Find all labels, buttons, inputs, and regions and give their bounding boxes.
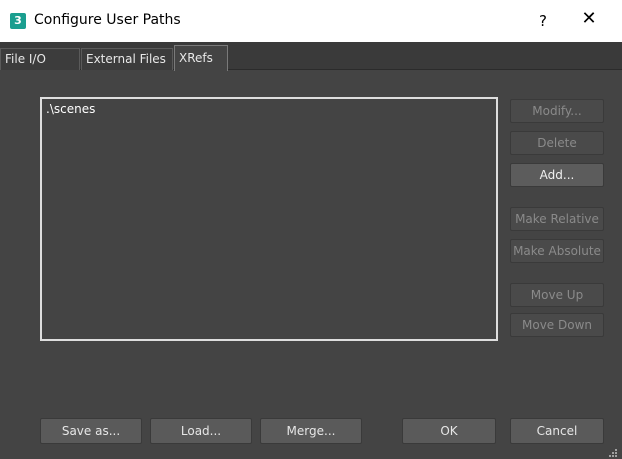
- add-button[interactable]: Add...: [510, 163, 604, 187]
- tab-bar: File I/O External Files XRefs: [0, 42, 622, 71]
- resize-grip-icon[interactable]: [604, 446, 618, 458]
- delete-button[interactable]: Delete: [510, 131, 604, 155]
- list-item[interactable]: .\scenes: [46, 102, 95, 116]
- title-bar: 3 Configure User Paths ? ✕: [0, 0, 622, 42]
- app-icon: 3: [10, 13, 26, 29]
- path-list[interactable]: .\scenes: [40, 97, 498, 341]
- move-up-button[interactable]: Move Up: [510, 283, 604, 307]
- modify-button[interactable]: Modify...: [510, 99, 604, 123]
- save-as-button[interactable]: Save as...: [40, 418, 142, 444]
- help-button[interactable]: ?: [528, 10, 558, 32]
- move-down-button[interactable]: Move Down: [510, 313, 604, 337]
- merge-button[interactable]: Merge...: [260, 418, 362, 444]
- make-absolute-button[interactable]: Make Absolute: [510, 239, 604, 263]
- cancel-button[interactable]: Cancel: [510, 418, 604, 444]
- close-button[interactable]: ✕: [572, 8, 606, 34]
- tab-xrefs[interactable]: XRefs: [174, 45, 228, 71]
- ok-button[interactable]: OK: [402, 418, 496, 444]
- tab-external-files[interactable]: External Files: [81, 48, 173, 70]
- make-relative-button[interactable]: Make Relative: [510, 207, 604, 231]
- window-title: Configure User Paths: [34, 12, 181, 28]
- load-button[interactable]: Load...: [150, 418, 252, 444]
- tab-file-io[interactable]: File I/O: [0, 48, 80, 70]
